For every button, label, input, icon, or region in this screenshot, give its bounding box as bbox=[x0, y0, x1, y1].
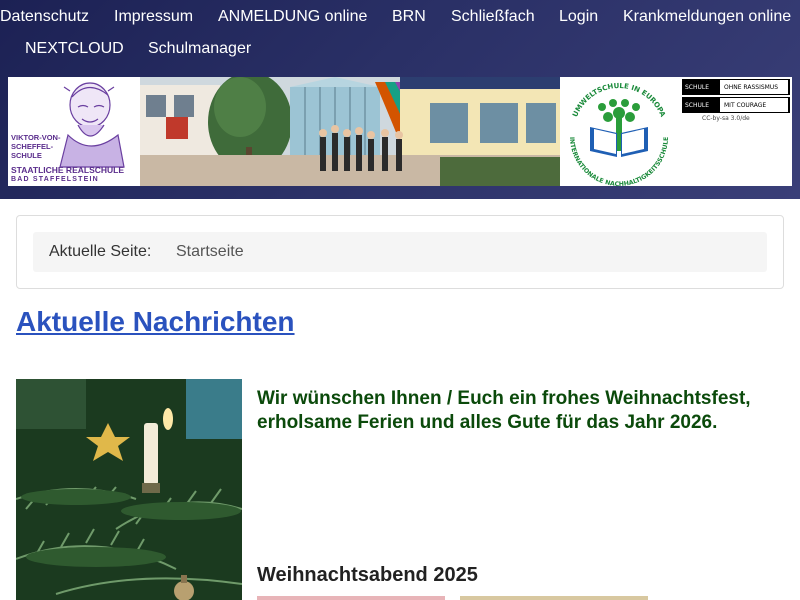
breadcrumb: Aktuelle Seite: Startseite bbox=[33, 232, 767, 272]
school-without-racism-badge: SCHULE OHNE RASSISMUS SCHULE MIT COURAGE… bbox=[678, 77, 792, 186]
school-name-line-2: SCHEFFEL- bbox=[11, 142, 54, 151]
breadcrumb-label: Aktuelle Seite: bbox=[49, 243, 152, 260]
school-logo: VIKTOR-VON- SCHEFFEL- SCHULE STAATLICHE … bbox=[8, 77, 140, 186]
news-thumbnail[interactable] bbox=[460, 596, 648, 600]
sor-row2-left: SCHULE bbox=[685, 102, 710, 109]
eco-school-badge: UMWELTSCHULE IN EUROPA INTERNATIONALE NA… bbox=[560, 77, 678, 186]
news-thumbnail[interactable] bbox=[257, 596, 445, 600]
school-city: BAD STAFFELSTEIN bbox=[11, 176, 99, 183]
breadcrumb-container: Aktuelle Seite: Startseite bbox=[16, 215, 784, 289]
christmas-tree-image[interactable] bbox=[16, 379, 242, 600]
nav-item-krankmeldungen[interactable]: Krankmeldungen online bbox=[623, 7, 791, 27]
sor-row2-right: MIT COURAGE bbox=[724, 102, 767, 109]
nav-item-anmeldung[interactable]: ANMELDUNG online bbox=[218, 7, 367, 27]
nav-item-datenschutz[interactable]: Datenschutz bbox=[0, 7, 89, 27]
sor-row1-right: OHNE RASSISMUS bbox=[724, 84, 779, 91]
school-type: STAATLICHE REALSCHULE bbox=[11, 165, 125, 175]
nav-item-brn[interactable]: BRN bbox=[392, 7, 426, 27]
school-name-line-1: VIKTOR-VON- bbox=[11, 133, 61, 142]
school-name-line-3: SCHULE bbox=[11, 151, 42, 160]
license-text: CC-by-sa 3.0/de bbox=[702, 115, 750, 122]
school-building-photo bbox=[140, 77, 560, 186]
news-section-title[interactable]: Aktuelle Nachrichten bbox=[16, 306, 295, 338]
nav-item-nextcloud[interactable]: NEXTCLOUD bbox=[25, 39, 124, 59]
christmas-greeting: Wir wünschen Ihnen / Euch ein frohes Wei… bbox=[257, 388, 751, 433]
nav-item-impressum[interactable]: Impressum bbox=[114, 7, 193, 27]
breadcrumb-current: Startseite bbox=[176, 243, 244, 260]
header-banner[interactable]: VIKTOR-VON- SCHEFFEL- SCHULE STAATLICHE … bbox=[8, 77, 792, 186]
site-header: Datenschutz Impressum ANMELDUNG online B… bbox=[0, 0, 800, 199]
nav-item-schliessfach[interactable]: Schließfach bbox=[451, 7, 535, 27]
sor-row1-left: SCHULE bbox=[685, 84, 710, 91]
news-subheading: Weihnachtsabend 2025 bbox=[257, 564, 478, 586]
nav-item-login[interactable]: Login bbox=[559, 7, 598, 27]
nav-item-schulmanager[interactable]: Schulmanager bbox=[148, 39, 251, 59]
